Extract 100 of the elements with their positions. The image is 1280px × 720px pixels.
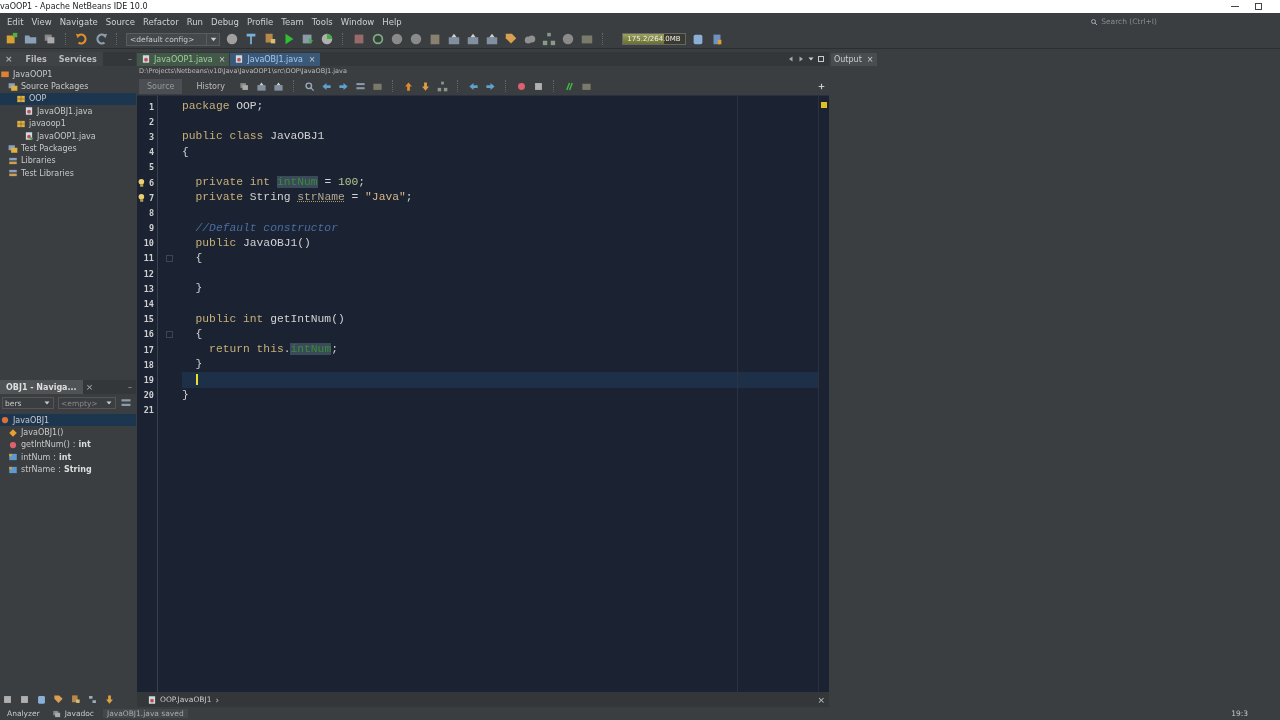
line-number: 7 — [148, 192, 155, 203]
arrow-down-icon[interactable] — [104, 693, 115, 705]
tree-item[interactable]: Test Libraries — [0, 167, 136, 180]
panel-tab[interactable]: Output × — [831, 52, 877, 66]
line-number: 12 — [143, 268, 155, 279]
dot-icon[interactable] — [515, 80, 527, 92]
undo-icon[interactable] — [75, 32, 89, 46]
fold-marker[interactable] — [166, 330, 173, 338]
tag-icon[interactable] — [53, 693, 64, 705]
tree-item[interactable]: JavaOOP1.java — [0, 129, 136, 143]
panel-tab[interactable]: × — [0, 52, 20, 66]
file-tab[interactable]: JavaOOP1.java × — [137, 52, 230, 66]
stop-icon[interactable] — [2, 693, 13, 705]
code-line: public class JavaOBJ1 — [182, 129, 325, 145]
arrow-left-icon[interactable] — [320, 80, 332, 92]
view-tab[interactable]: History — [188, 78, 233, 94]
code-line: public int getIntNum() — [194, 311, 345, 327]
tag-icon[interactable] — [504, 32, 518, 46]
redo-icon[interactable] — [94, 32, 108, 46]
circle-icon[interactable] — [409, 32, 423, 46]
plus-icon[interactable] — [817, 81, 826, 91]
minimize-button[interactable]: – — [128, 54, 136, 64]
java-file-icon — [147, 694, 157, 705]
menu-item[interactable]: Refactor — [139, 16, 183, 27]
close-icon[interactable]: × — [305, 54, 316, 64]
menu-item[interactable]: Help — [378, 16, 406, 27]
close-icon[interactable]: × — [215, 54, 226, 64]
search-icon[interactable] — [303, 80, 315, 92]
tree-item[interactable]: getIntNum() : int — [0, 438, 136, 452]
slashes-icon[interactable] — [563, 80, 575, 92]
tree-item[interactable]: OOP — [0, 92, 136, 106]
file-tab[interactable]: JavaOBJ1.java × — [230, 52, 320, 66]
windows-icon[interactable] — [238, 80, 250, 92]
close-icon[interactable]: × — [82, 382, 97, 392]
tree-item[interactable]: Libraries — [0, 154, 136, 168]
windows-icon — [51, 708, 62, 719]
panel-tab[interactable]: Services — [52, 52, 103, 66]
list-icon[interactable] — [354, 80, 366, 92]
close-icon[interactable]: × — [2, 54, 16, 64]
line-number: 21 — [143, 405, 155, 416]
code-line: { — [182, 144, 189, 160]
java-file-icon — [234, 54, 245, 64]
diamond-icon — [8, 427, 18, 438]
fold-marker[interactable] — [166, 254, 173, 262]
stop-icon[interactable] — [532, 80, 544, 92]
code-line: } — [194, 357, 203, 373]
menu-item[interactable]: Source — [101, 16, 139, 27]
menu-item[interactable]: Tools — [307, 16, 337, 27]
tree-item[interactable]: intNum : int — [0, 451, 136, 464]
line-number: 13 — [143, 283, 155, 294]
menu-item[interactable]: Run — [182, 16, 207, 27]
hierarchy-icon[interactable] — [542, 32, 556, 46]
tree-item[interactable]: Test Packages — [0, 142, 136, 155]
tree-item[interactable]: JavaOOP1 — [0, 68, 136, 81]
windows-icon[interactable] — [43, 32, 57, 46]
hierarchy-icon[interactable] — [436, 80, 448, 92]
tree-item[interactable]: Source Packages — [0, 80, 136, 93]
new-project-icon[interactable] — [5, 32, 19, 46]
tree-item[interactable]: strName : String — [0, 463, 136, 476]
tree-item[interactable]: JavaOBJ1() — [0, 426, 136, 439]
line-number: 19 — [143, 374, 155, 385]
maximize-icon[interactable] — [817, 55, 825, 63]
tree-item[interactable]: javaoop1 — [0, 117, 136, 130]
caret-left-icon[interactable] — [787, 55, 795, 63]
menu-item[interactable]: Team — [277, 16, 308, 27]
line-number: 3 — [148, 131, 155, 142]
stop-icon[interactable] — [19, 693, 30, 705]
menu-item[interactable]: Window — [336, 16, 379, 27]
list-icon[interactable] — [120, 397, 132, 409]
square-icon[interactable] — [352, 32, 366, 46]
line-number: 16 — [143, 329, 155, 340]
ring-icon[interactable] — [371, 32, 385, 46]
minimize-button[interactable]: – — [128, 382, 136, 392]
tree-item[interactable]: JavaOBJ1.java — [0, 105, 136, 118]
circle-icon[interactable] — [390, 32, 404, 46]
arrow-up-icon[interactable] — [402, 80, 414, 92]
menu-item[interactable]: View — [27, 16, 56, 27]
code-line: private int intNum = 100; — [194, 175, 366, 191]
line-number: 2 — [148, 116, 155, 127]
line-number: 8 — [148, 207, 155, 218]
close-icon[interactable]: × — [817, 694, 829, 705]
tree-item[interactable]: JavaOBJ1 — [0, 414, 136, 427]
circle-icon[interactable] — [561, 32, 575, 46]
package-icon — [16, 118, 26, 129]
menu-item[interactable]: Profile — [242, 16, 278, 27]
code-line: { — [194, 250, 203, 266]
panel-tab[interactable]: Files — [19, 52, 53, 66]
caret-down-icon[interactable] — [807, 55, 815, 63]
code-line: private String strName = "Java"; — [194, 190, 413, 206]
close-icon[interactable]: × — [863, 54, 874, 64]
package-icon — [16, 93, 26, 104]
restore-button[interactable] — [1255, 3, 1262, 10]
menu-item[interactable]: Navigate — [55, 16, 102, 27]
menu-item[interactable]: Debug — [206, 16, 243, 27]
breadcrumb-arrow[interactable]: › — [215, 694, 220, 705]
menu-item[interactable]: Edit — [3, 16, 28, 27]
caret-right-icon[interactable] — [797, 55, 805, 63]
caret-down-icon — [43, 399, 51, 407]
arrow-left-icon[interactable] — [467, 80, 479, 92]
panel-tab[interactable]: OBJ1 - Naviga... — [0, 380, 83, 394]
